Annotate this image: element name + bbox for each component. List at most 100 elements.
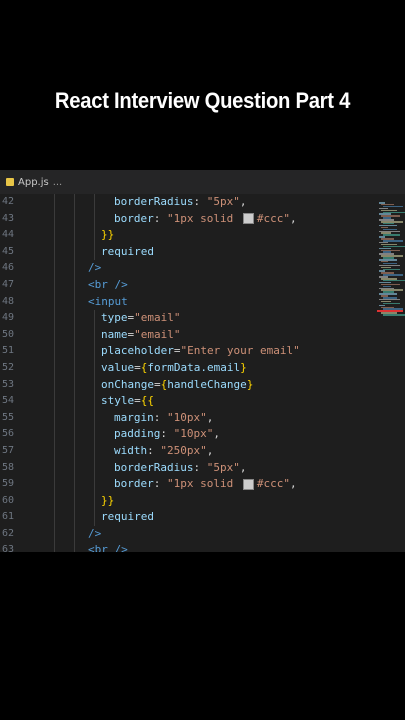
indent-guide [54,525,55,543]
minimap-highlight [377,310,403,312]
code-line[interactable]: 42 borderRadius: "5px", [0,194,370,211]
code-line[interactable]: 44}} [0,227,370,244]
code-line[interactable]: 46 /> [0,260,370,277]
line-number: 56 [1,428,14,440]
indent-guide [54,243,55,261]
code-text: required [101,244,154,261]
code-token: <br /> [88,543,128,552]
code-text: margin: "10px", [114,410,213,427]
code-line[interactable]: 47 <br /> [0,276,370,294]
code-token: type [101,311,128,325]
code-line[interactable]: 63 <br /> [0,542,370,552]
code-line[interactable]: 58 borderRadius: "5px", [0,459,370,477]
indent-guide [74,492,75,510]
code-line[interactable]: 62 /> [0,525,370,543]
code-token: <input [88,294,128,308]
tab-filename: App.js [18,176,49,188]
code-token: = [134,394,141,408]
indent-guide [54,509,55,526]
indent-guide [74,542,75,552]
code-line[interactable]: 51 placeholder="Enter your email" [0,343,370,360]
tab-app-js[interactable]: App.js ... [0,170,68,194]
indent-guide [94,393,95,410]
code-text: borderRadius: "5px", [114,460,246,477]
code-token: , [239,195,247,208]
indent-guide [74,525,75,543]
indent-guide [74,276,75,294]
code-text: padding: "10px", [114,426,220,443]
color-swatch-icon[interactable] [242,213,254,225]
code-line[interactable]: 48 <input [0,293,370,311]
code-text: width: "250px", [114,443,213,460]
code-text: value={formData.email} [101,360,247,377]
indent-guide [54,492,55,510]
code-line[interactable]: 49 type="email" [0,310,370,327]
code-area[interactable]: 42 borderRadius: "5px", 43 border: "1px sol… [0,194,370,552]
code-line[interactable]: 55 margin: "10px", [0,409,370,427]
indent-guide [74,326,75,344]
line-number: 44 [1,229,14,241]
indent-guide [94,326,95,344]
code-token: "10px" [167,410,207,424]
line-number: 50 [1,328,14,340]
code-token: : [153,410,167,424]
indent-guide [94,210,95,228]
breadcrumb-ellipsis[interactable]: ... [53,177,63,188]
line-number: 49 [1,312,14,324]
line-number: 45 [1,245,14,257]
indent-guide [94,359,95,377]
code-token: value [101,360,135,374]
code-line[interactable]: 54 style={{ [0,393,370,410]
code-token: handleChange [167,377,247,391]
code-token: #ccc" [256,211,290,225]
line-number: 57 [1,444,14,456]
code-text: placeholder="Enter your email" [101,343,300,360]
minimap[interactable] [376,194,405,552]
indent-guide [94,310,95,327]
code-line[interactable]: 50 name="email" [0,326,370,344]
line-number: 43 [1,212,14,224]
indent-guide [74,293,75,311]
code-token: "250px" [160,443,207,457]
code-token: padding [114,427,161,441]
line-number: 63 [1,544,14,552]
indent-guide [54,293,55,311]
code-text: required [101,509,154,526]
line-number: 60 [1,494,14,506]
indent-guide [74,409,75,427]
indent-guide [54,376,55,394]
indent-guide [54,476,55,493]
code-editor[interactable]: App.js ... 42 borderRadius: "5px", 43 borde… [0,170,405,552]
code-token: = [153,377,161,391]
line-number: 51 [1,345,14,357]
code-token: "email" [134,311,181,325]
code-line[interactable]: 43 border: "1px solid #ccc", [0,210,370,228]
indent-guide [74,442,75,460]
code-line[interactable]: 56 padding: "10px", [0,426,370,443]
indent-guide [74,243,75,261]
code-text: /> [88,260,101,277]
code-line[interactable]: 61 required [0,509,370,526]
indent-guide [74,194,75,211]
code-token: borderRadius [114,460,194,474]
code-token: "1px solid [167,211,240,225]
code-token: = [134,360,141,374]
indent-guide [94,409,95,427]
code-token: /> [88,526,102,540]
code-line[interactable]: 57 width: "250px", [0,442,370,460]
code-line[interactable]: 52 value={formData.email} [0,359,370,377]
code-line[interactable]: 60}} [0,492,370,510]
code-token: : [193,195,207,208]
indent-guide [94,476,95,493]
code-token: required [101,510,154,524]
indent-guide [74,393,75,410]
code-line[interactable]: 45 required [0,243,370,261]
indent-guide [54,459,55,477]
color-swatch-icon[interactable] [242,478,254,490]
indent-guide [54,276,55,294]
code-line[interactable]: 59 border: "1px solid #ccc", [0,476,370,493]
code-token: , [213,427,220,441]
code-line[interactable]: 53 onChange={handleChange} [0,376,370,394]
tab-bar: App.js ... [0,170,405,194]
code-text: borderRadius: "5px", [114,194,246,211]
